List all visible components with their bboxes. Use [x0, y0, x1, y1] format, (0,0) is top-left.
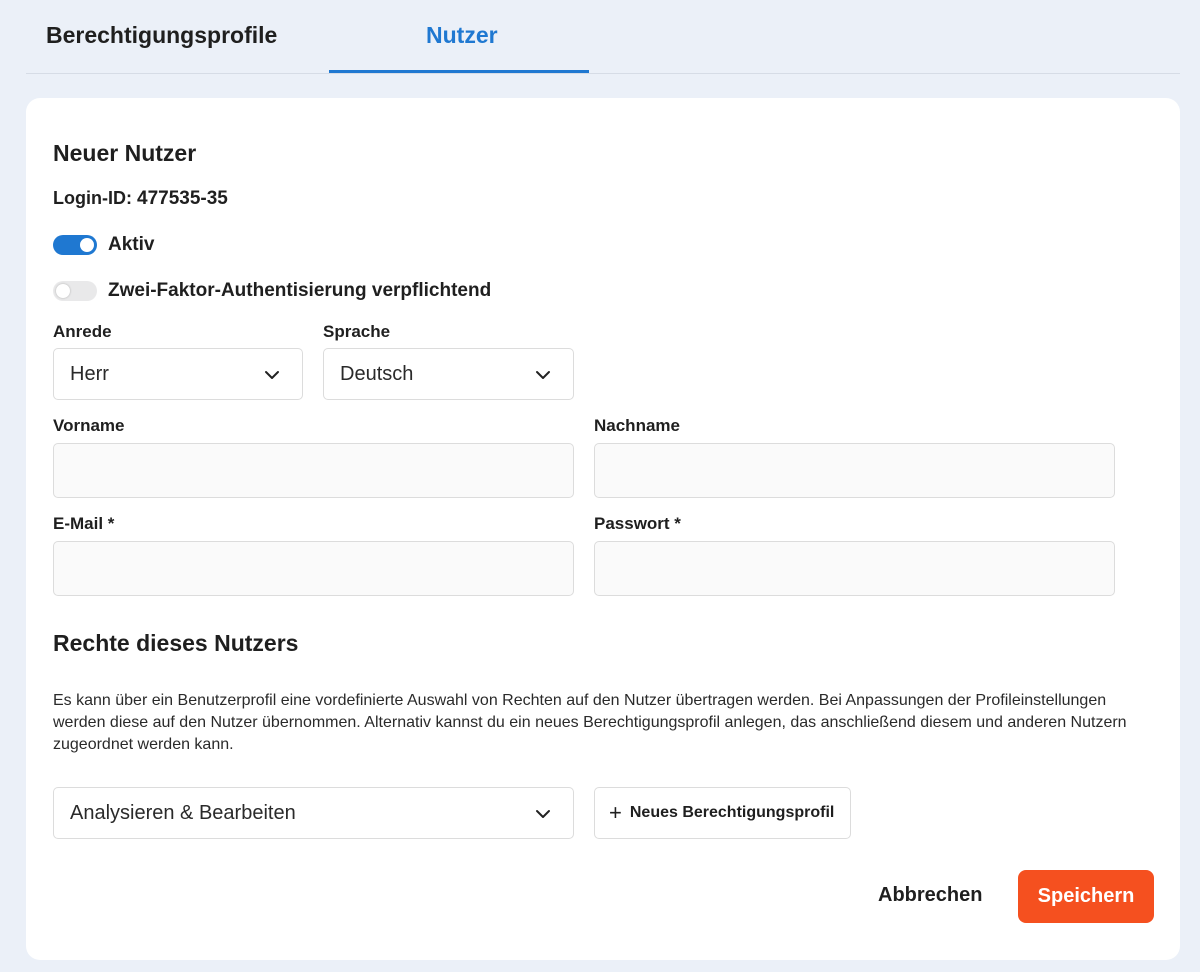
- new-permission-profile-label: Neues Berechtigungsprofil: [629, 804, 835, 821]
- salutation-value: Herr: [70, 362, 109, 385]
- chevron-down-icon: [536, 810, 550, 818]
- active-tab-indicator: [329, 70, 589, 73]
- permission-profile-select[interactable]: Analysieren & Bearbeiten: [53, 787, 574, 839]
- active-toggle-row: Aktiv: [53, 233, 154, 257]
- form-title: Neuer Nutzer: [53, 140, 197, 166]
- last-name-input[interactable]: [594, 443, 1115, 498]
- tab-berechtigungsprofile[interactable]: Berechtigungsprofile: [46, 22, 277, 49]
- two-factor-toggle-label: Zwei-Faktor-Authentisierung verpflichten…: [108, 280, 492, 301]
- two-factor-toggle[interactable]: [53, 281, 97, 301]
- language-select[interactable]: Deutsch: [323, 348, 574, 400]
- active-toggle-label: Aktiv: [108, 234, 155, 255]
- new-permission-profile-button[interactable]: + Neues Berechtigungsprofil: [594, 787, 851, 839]
- login-id-value: 477535-35: [137, 188, 228, 209]
- password-input[interactable]: [594, 541, 1115, 596]
- password-label: Passwort *: [594, 514, 681, 533]
- active-toggle[interactable]: [53, 235, 97, 255]
- first-name-input[interactable]: [53, 443, 574, 498]
- email-input[interactable]: [53, 541, 574, 596]
- rights-description: Es kann über ein Benutzerprofil eine vor…: [53, 692, 1127, 753]
- login-id-label: Login-ID:: [53, 188, 132, 208]
- chevron-down-icon: [265, 371, 279, 379]
- cancel-button[interactable]: Abbrechen: [878, 884, 982, 907]
- first-name-label: Vorname: [53, 416, 125, 435]
- two-factor-toggle-row: Zwei-Faktor-Authentisierung verpflichten…: [53, 279, 491, 303]
- login-id: Login-ID: 477535-35: [53, 188, 228, 210]
- language-value: Deutsch: [340, 362, 414, 385]
- salutation-label: Anrede: [53, 322, 112, 341]
- salutation-select[interactable]: Herr: [53, 348, 303, 400]
- tab-nutzer[interactable]: Nutzer: [426, 22, 498, 49]
- rights-title: Rechte dieses Nutzers: [53, 630, 299, 656]
- new-user-card: Neuer Nutzer Login-ID: 477535-35 Aktiv Z…: [26, 98, 1180, 960]
- chevron-down-icon: [536, 371, 550, 379]
- email-label: E-Mail *: [53, 514, 115, 533]
- language-label: Sprache: [323, 322, 391, 341]
- permission-profile-value: Analysieren & Bearbeiten: [70, 801, 296, 824]
- save-button[interactable]: Speichern: [1018, 870, 1154, 923]
- plus-icon: +: [609, 800, 622, 825]
- tab-bar: Berechtigungsprofile Nutzer: [26, 0, 1180, 74]
- last-name-label: Nachname: [594, 416, 680, 435]
